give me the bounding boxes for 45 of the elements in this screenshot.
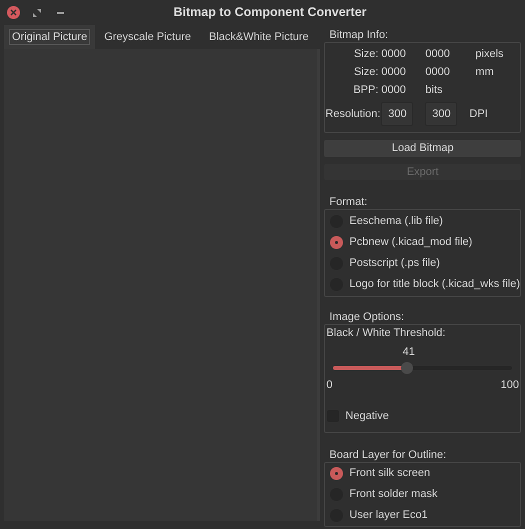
info-label: Size: [352,46,380,62]
restore-icon [33,8,41,16]
close-icon [10,9,17,16]
radio-label: Postscript (.ps file) [349,256,440,272]
min-label: 0 [326,378,333,393]
info-value: 0000 [381,46,407,62]
slider-handle[interactable] [400,362,413,374]
tab[interactable]: Original Picture [4,25,96,49]
restore-button[interactable] [32,8,42,18]
unit-label: mm [475,64,494,80]
group-title: Image Options: [328,310,406,324]
tab[interactable]: Greyscale Picture [95,25,200,49]
resolution-x-field[interactable]: 300 [381,102,414,126]
unit-label: pixels [475,46,504,62]
radio-label: Pcbnew (.kicad_mod file) [349,235,472,250]
info-value: 0000 [425,46,451,62]
radio-button[interactable] [330,236,344,249]
radio-label: User layer Eco1 [349,508,428,524]
radio-label: Eeschema (.lib file) [349,214,443,230]
threshold-slider[interactable] [333,362,512,374]
info-label: BPP: [352,82,380,98]
info-value: 0000 [381,64,407,80]
threshold-label: Black / White Threshold: [325,326,446,341]
group-title: Board Layer for Outline: [328,448,448,462]
window-title: Bitmap to Component Converter [172,4,368,22]
radio-button[interactable] [330,467,344,480]
minimize-icon [56,12,64,14]
radio-label: Front solder mask [349,487,438,502]
tab[interactable]: Black&White Picture [200,25,318,49]
unit-label: DPI [469,106,488,122]
close-button[interactable] [7,6,20,19]
group-title: Bitmap Info: [328,28,390,42]
info-value: 0000 [425,64,451,80]
resolution-label: Resolution: [325,106,382,122]
info-label: Size: [352,64,380,80]
unit-label: bits [425,82,443,98]
checkbox-label: Negative [345,408,389,424]
action-button[interactable]: Load Bitmap [324,140,521,156]
group-title: Format: [328,195,368,209]
radio-label: Logo for title block (.kicad_wks file) [349,277,520,292]
radio-label: Front silk screen [349,466,430,482]
max-label: 100 [500,378,519,393]
info-value: 0000 [381,82,407,98]
threshold-value: 41 [402,344,415,360]
resolution-y-field[interactable]: 300 [425,102,458,126]
